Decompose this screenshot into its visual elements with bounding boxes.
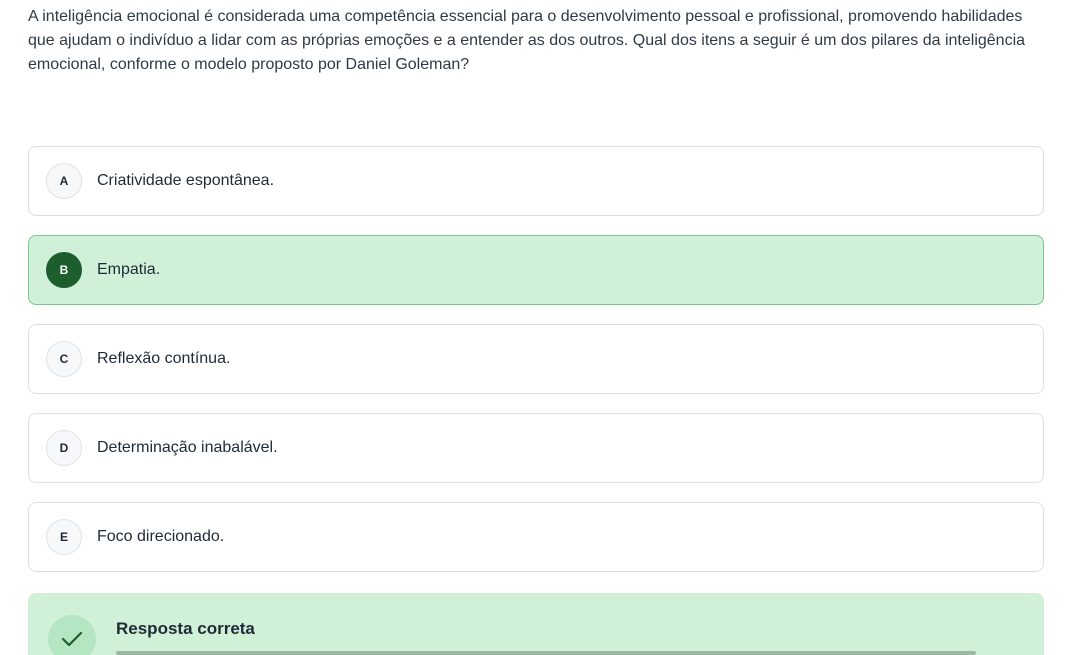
option-c[interactable]: C Reflexão contínua.	[28, 324, 1044, 394]
option-e[interactable]: E Foco direcionado.	[28, 502, 1044, 572]
option-label: Determinação inabalável.	[97, 439, 278, 456]
option-letter: A	[46, 163, 82, 199]
option-letter: C	[46, 341, 82, 377]
option-d[interactable]: D Determinação inabalável.	[28, 413, 1044, 483]
option-letter: D	[46, 430, 82, 466]
option-b[interactable]: B Empatia.	[28, 235, 1044, 305]
feedback-text-fragment	[116, 651, 976, 655]
feedback-panel: Resposta correta	[28, 593, 1044, 655]
option-letter: E	[46, 519, 82, 555]
check-icon-glyph	[61, 631, 83, 647]
option-label: Foco direcionado.	[97, 528, 225, 545]
option-label: Empatia.	[97, 261, 161, 278]
question-page: A inteligência emocional é considerada u…	[0, 0, 1067, 655]
option-a[interactable]: A Criatividade espontânea.	[28, 146, 1044, 216]
question-text: A inteligência emocional é considerada u…	[28, 8, 1026, 73]
feedback-explanation-cutoff	[116, 647, 1016, 655]
option-letter: B	[46, 252, 82, 288]
check-icon	[48, 615, 96, 655]
feedback-title: Resposta correta	[116, 619, 255, 638]
option-label: Criatividade espontânea.	[97, 172, 275, 189]
option-label: Reflexão contínua.	[97, 350, 231, 367]
answer-options: A Criatividade espontânea. B Empatia. C …	[28, 146, 1044, 591]
